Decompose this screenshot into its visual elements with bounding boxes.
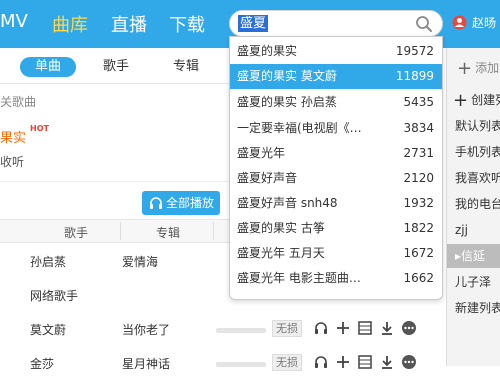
sidebar-item-son[interactable]: 儿子泽 [447, 270, 500, 294]
nav-item-mv[interactable]: MV [0, 11, 28, 32]
row-album[interactable]: 当你老了 [122, 321, 170, 338]
nav-item-live[interactable]: 直播 [111, 11, 147, 37]
sidebar-item-phone[interactable]: 手机列表 [447, 140, 500, 164]
result-tabs: 单曲 歌手 专辑 [0, 48, 232, 84]
suggestion-count: 1932 [403, 196, 434, 210]
table-row[interactable]: 莫文蔚 当你老了 无损 [0, 312, 440, 346]
lossless-badge: 无损 [272, 354, 302, 371]
column-divider [120, 222, 121, 240]
popularity-bar [216, 362, 266, 367]
headphones-icon[interactable] [313, 320, 329, 336]
plus-icon: + [453, 90, 469, 111]
suggestion-text: 盛夏的果实 [237, 44, 298, 58]
suggestion-item[interactable]: 盛夏光年 2731 [230, 141, 442, 166]
suggestion-text: 盛夏的果实 古筝 [237, 221, 325, 235]
sidebar-item-radio[interactable]: 我的电台 [447, 192, 500, 216]
plus-icon: + [457, 58, 473, 79]
lossless-badge: 无损 [272, 320, 302, 337]
add-icon[interactable] [335, 320, 351, 336]
column-divider [213, 222, 214, 240]
suggestion-item[interactable]: 盛夏的果实 19572 [230, 39, 442, 64]
highlight-song-title[interactable]: 果实 [0, 127, 26, 146]
tab-artists[interactable]: 歌手 [93, 57, 139, 77]
add-playlist-label: 添加 [475, 61, 500, 75]
suggestion-count: 1822 [403, 221, 434, 235]
headphones-icon[interactable] [313, 354, 329, 370]
play-all-label: 全部播放 [166, 196, 215, 210]
search-icon[interactable] [415, 15, 433, 33]
download-icon[interactable] [379, 354, 395, 370]
suggestion-text: 盛夏光年 五月天 [237, 246, 325, 260]
row-album[interactable]: 爱情海 [122, 253, 158, 270]
add-icon[interactable] [335, 354, 351, 370]
mv-film-icon[interactable] [357, 320, 373, 336]
row-singer[interactable]: 莫文蔚 [30, 321, 66, 338]
suggestion-count: 2120 [403, 171, 434, 185]
more-icon[interactable] [401, 354, 417, 370]
download-icon[interactable] [379, 320, 395, 336]
suggestion-text: 一定要幸福(电视剧《… [237, 121, 362, 135]
sidebar-item-label: 信延 [461, 249, 486, 263]
suggestion-count: 1662 [403, 271, 434, 285]
popularity-bar [216, 328, 266, 333]
section-title: 关歌曲 [0, 95, 37, 109]
suggestion-text: 盛夏的果实 孙启蒸 [237, 95, 337, 109]
sidebar-item-favorites[interactable]: 我喜欢听 [447, 166, 500, 190]
search-query-text[interactable]: 盛夏 [238, 15, 269, 32]
sidebar-item-active[interactable]: ▸信延 [447, 244, 500, 268]
suggestion-item[interactable]: 盛夏的果实 古筝 1822 [230, 216, 442, 241]
table-row[interactable]: 金莎 星月神话 无损 [0, 346, 440, 380]
suggestion-item[interactable]: 盛夏光年 五月天 1672 [230, 241, 442, 266]
suggestion-count: 3834 [403, 121, 434, 135]
highlight-subtext: 收听 [0, 155, 25, 169]
add-playlist-button[interactable]: + 添加 [457, 58, 499, 79]
create-list-button[interactable]: +创建列表 [453, 90, 500, 111]
suggestion-count: 19572 [395, 44, 434, 58]
suggestion-item[interactable]: 盛夏好声音 snh48 1932 [230, 191, 442, 216]
row-singer[interactable]: 网络歌手 [30, 287, 78, 304]
search-suggestions-dropdown: 盛夏的果实 19572 盛夏的果实 莫文蔚 11899 盛夏的果实 孙启蒸 5435 … [229, 36, 443, 300]
suggestion-count: 2731 [403, 146, 434, 160]
suggestion-item[interactable]: 一定要幸福(电视剧《… 3834 [230, 116, 442, 141]
suggestion-item[interactable]: 盛夏好声音 2120 [230, 166, 442, 191]
more-icon[interactable] [401, 320, 417, 336]
sidebar-item-new[interactable]: 新建列表 [447, 296, 500, 320]
suggestion-text: 盛夏好声音 [237, 171, 298, 185]
play-all-button[interactable]: 全部播放 [142, 191, 220, 215]
column-header-singer[interactable]: 歌手 [64, 224, 88, 241]
user-name[interactable]: 赵旸 [472, 14, 496, 31]
playlist-sidebar: +添加 +创建列表 默认列表 手机列表 我喜欢听 我的电台 zjj ▸信延 儿子… [446, 48, 500, 366]
nav-item-library[interactable]: 曲库 [52, 11, 88, 37]
row-singer[interactable]: 金莎 [30, 355, 54, 372]
suggestion-item-selected[interactable]: 盛夏的果实 莫文蔚 11899 [230, 64, 442, 89]
suggestion-text: 盛夏好声音 snh48 [237, 196, 338, 210]
hot-badge: HOT [30, 124, 49, 133]
mv-film-icon[interactable] [357, 354, 373, 370]
sidebar-item-zjj[interactable]: zjj [447, 218, 500, 242]
suggestion-count: 5435 [403, 95, 434, 109]
tab-songs[interactable]: 单曲 [20, 57, 76, 77]
nav-item-download[interactable]: 下载 [169, 11, 205, 37]
sidebar-item-default[interactable]: 默认列表 [447, 114, 500, 138]
row-album[interactable]: 星月神话 [122, 355, 170, 372]
suggestion-count: 11899 [395, 69, 434, 83]
suggestion-text: 盛夏的果实 莫文蔚 [237, 69, 337, 83]
suggestion-count: 1672 [403, 246, 434, 260]
tab-albums[interactable]: 专辑 [163, 57, 209, 77]
create-list-label: 创建列表 [471, 93, 500, 107]
row-singer[interactable]: 孙启蒸 [30, 253, 66, 270]
search-input[interactable]: 盛夏 [229, 10, 443, 37]
suggestion-item[interactable]: 盛夏的果实 孙启蒸 5435 [230, 90, 442, 115]
suggestion-text: 盛夏光年 电影主题曲… [237, 271, 361, 285]
user-avatar-icon [452, 15, 467, 30]
headphones-icon [150, 197, 162, 209]
suggestion-text: 盛夏光年 [237, 146, 286, 160]
suggestion-item[interactable]: 盛夏光年 电影主题曲… 1662 [230, 266, 442, 291]
column-header-album[interactable]: 专辑 [156, 224, 180, 241]
